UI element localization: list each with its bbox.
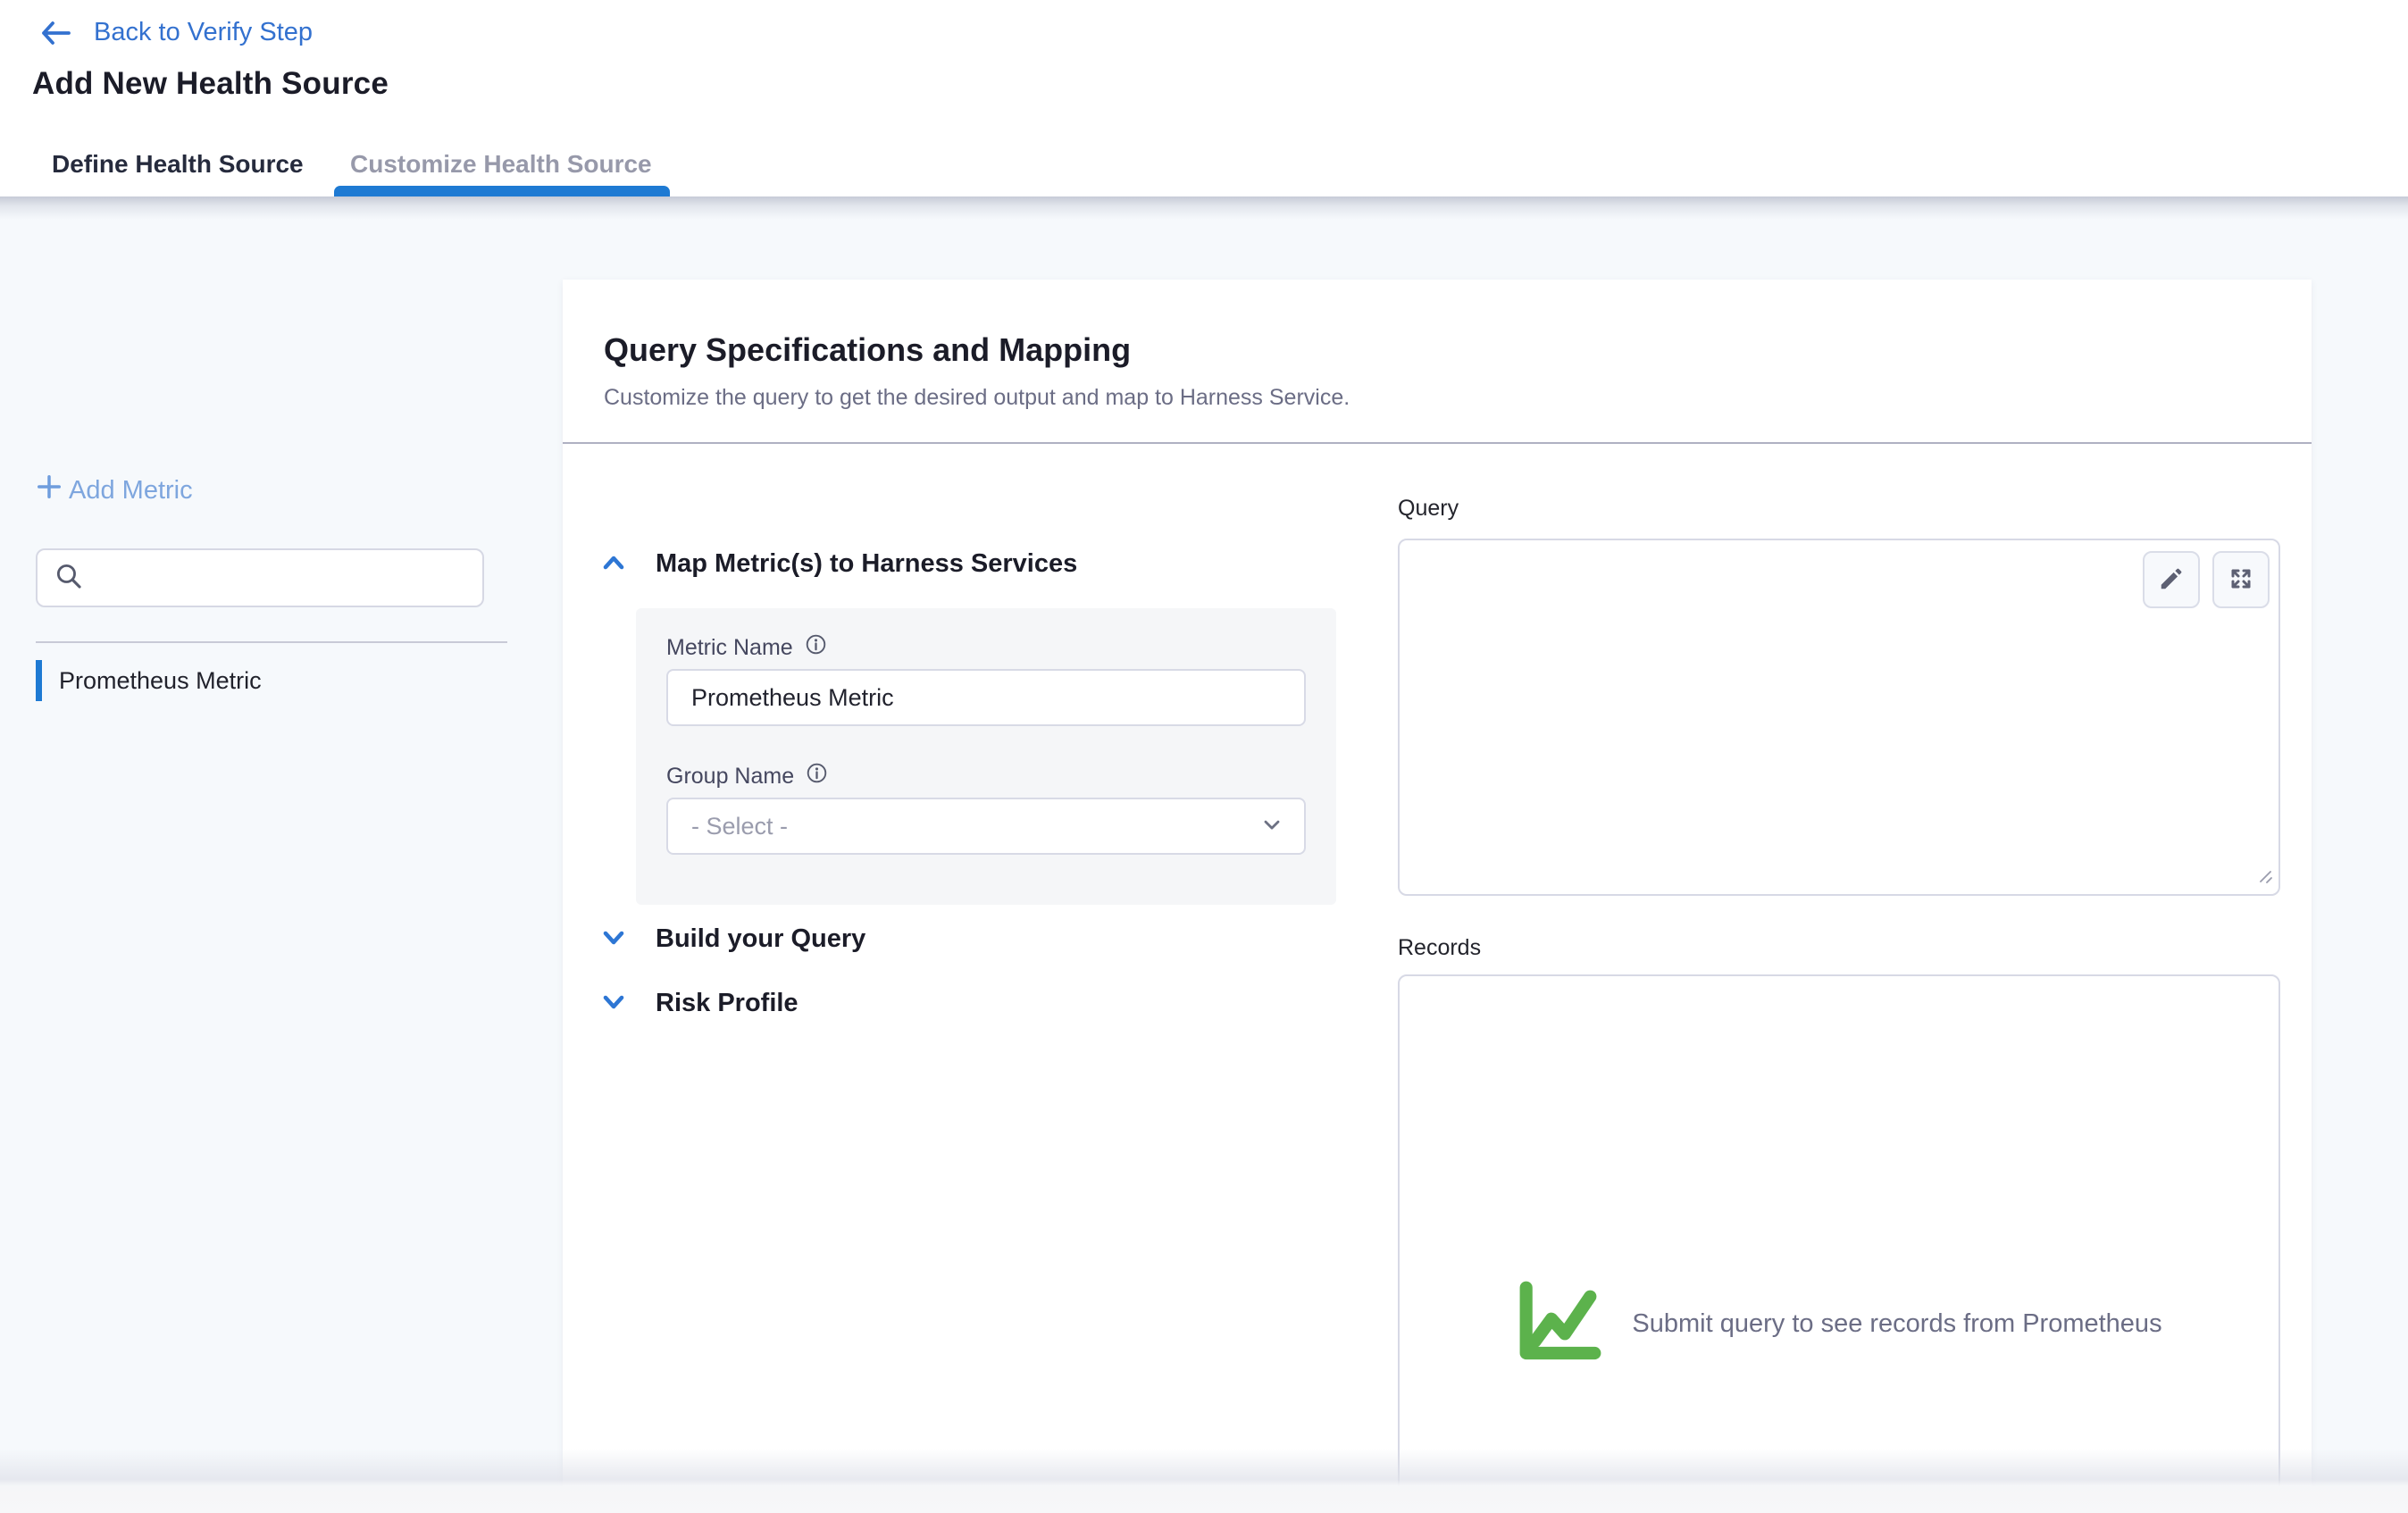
metric-name-input[interactable] (666, 669, 1306, 726)
section-risk-profile-label: Risk Profile (656, 989, 798, 1018)
edit-query-button[interactable] (2143, 551, 2200, 608)
chevron-down-icon (600, 926, 627, 952)
records-label: Records (1398, 935, 1481, 961)
expand-query-button[interactable] (2212, 551, 2270, 608)
sidebar-divider (36, 641, 507, 643)
query-editor (1398, 539, 2280, 896)
section-map-metrics-label: Map Metric(s) to Harness Services (656, 549, 1077, 579)
active-tab-indicator (334, 186, 670, 196)
section-build-query-label: Build your Query (656, 924, 865, 954)
back-link-label: Back to Verify Step (94, 18, 313, 47)
page-title: Add New Health Source (32, 66, 389, 102)
info-icon[interactable] (805, 633, 827, 662)
metric-name-label-text: Metric Name (666, 635, 793, 661)
expand-icon (2228, 565, 2254, 595)
tab-define-label: Define Health Source (52, 150, 304, 178)
chevron-down-icon (1259, 812, 1284, 841)
panel-subtitle: Customize the query to get the desired o… (604, 385, 1350, 411)
metric-mapping-form: Metric Name Group Name (636, 608, 1336, 905)
add-health-source-screen: Back to Verify Step Add New Health Sourc… (0, 0, 2408, 1513)
tab-define-health-source[interactable]: Define Health Source (52, 150, 304, 179)
panel-title: Query Specifications and Mapping (604, 331, 1131, 369)
query-toolbar (2143, 551, 2270, 608)
group-name-select[interactable]: - Select - (666, 798, 1306, 855)
page-header: Back to Verify Step Add New Health Sourc… (0, 0, 2408, 196)
sidebar-item-prometheus-metric[interactable]: Prometheus Metric (36, 659, 518, 702)
metrics-sidebar: Add Metric Prometheus Metric (0, 220, 563, 1513)
resize-handle[interactable] (2253, 864, 2274, 890)
group-name-select-value: - Select - (691, 813, 788, 840)
query-specifications-panel: Query Specifications and Mapping Customi… (563, 280, 2312, 1513)
query-label: Query (1398, 496, 1459, 522)
tab-customize-health-source[interactable]: Customize Health Source (350, 150, 652, 179)
line-chart-icon (1516, 1280, 1605, 1368)
metric-name-label: Metric Name (666, 633, 827, 662)
metric-search[interactable] (36, 548, 484, 607)
section-map-metrics[interactable]: Map Metric(s) to Harness Services (600, 549, 1077, 579)
chevron-up-icon (600, 551, 627, 577)
group-name-label-text: Group Name (666, 764, 794, 790)
panel-divider (563, 442, 2312, 444)
plus-icon (36, 473, 63, 507)
add-metric-button[interactable]: Add Metric (36, 473, 193, 507)
records-empty-message: Submit query to see records from Prometh… (1632, 1309, 2161, 1339)
add-metric-label: Add Metric (69, 476, 193, 506)
tab-customize-label: Customize Health Source (350, 150, 652, 178)
back-arrow-icon (39, 20, 72, 46)
section-build-your-query[interactable]: Build your Query (600, 924, 865, 954)
records-panel: Submit query to see records from Prometh… (1398, 974, 2280, 1513)
section-risk-profile[interactable]: Risk Profile (600, 989, 798, 1018)
search-input[interactable] (96, 564, 466, 592)
group-name-label: Group Name (666, 762, 828, 790)
pencil-icon (2158, 565, 2185, 595)
chevron-down-icon (600, 991, 627, 1016)
metric-item-label: Prometheus Metric (59, 667, 262, 695)
selected-indicator-bar (36, 660, 42, 701)
tabbar-shadow (0, 196, 2408, 220)
info-icon[interactable] (806, 762, 828, 790)
search-icon (54, 561, 84, 596)
back-to-verify-step-link[interactable]: Back to Verify Step (39, 18, 313, 47)
